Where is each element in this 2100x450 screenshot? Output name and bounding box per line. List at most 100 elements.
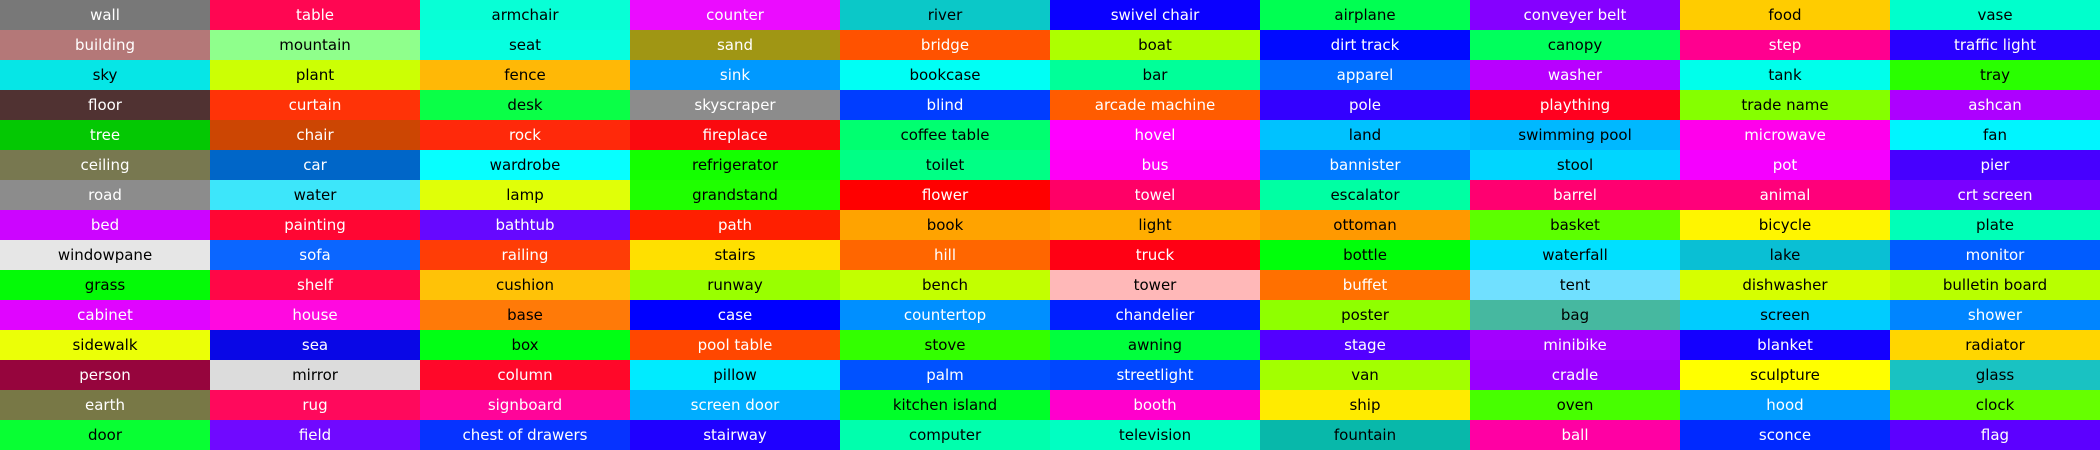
legend-cell-label: booth <box>1133 395 1177 414</box>
legend-cell: vase <box>1890 0 2100 30</box>
legend-cell: tree <box>0 120 210 150</box>
legend-cell-label: plant <box>295 65 335 84</box>
legend-cell: chandelier <box>1050 300 1260 330</box>
legend-cell: truck <box>1050 240 1260 270</box>
legend-cell: bench <box>840 270 1050 300</box>
legend-cell-label: ashcan <box>1968 95 2022 114</box>
legend-cell-label: cabinet <box>77 305 133 324</box>
legend-cell: tray <box>1890 60 2100 90</box>
legend-cell-label: blanket <box>1757 335 1813 354</box>
legend-cell-label: grass <box>84 275 126 294</box>
legend-cell-label: cradle <box>1551 365 1599 384</box>
legend-cell-label: stairway <box>703 425 767 444</box>
legend-cell-label: light <box>1138 215 1172 234</box>
legend-cell-label: tray <box>1979 65 2011 84</box>
legend-cell: building <box>0 30 210 60</box>
legend-cell-label: bar <box>1142 65 1168 84</box>
legend-cell-label: building <box>74 35 136 54</box>
legend-cell-label: stove <box>924 335 966 354</box>
legend-cell-label: truck <box>1135 245 1175 264</box>
legend-cell: boat <box>1050 30 1260 60</box>
legend-cell: table <box>210 0 420 30</box>
legend-cell: coffee table <box>840 120 1050 150</box>
legend-cell: pole <box>1260 90 1470 120</box>
legend-cell: awning <box>1050 330 1260 360</box>
legend-cell: seat <box>420 30 630 60</box>
legend-cell: rug <box>210 390 420 420</box>
legend-cell-label: ceiling <box>80 155 130 174</box>
legend-cell: fountain <box>1260 420 1470 450</box>
legend-cell: sink <box>630 60 840 90</box>
legend-cell-label: escalator <box>1330 185 1400 204</box>
legend-cell-label: pillow <box>713 365 757 384</box>
legend-cell-label: shelf <box>297 275 333 294</box>
legend-cell-label: table <box>296 5 334 24</box>
legend-cell-label: refrigerator <box>691 155 778 174</box>
legend-cell-label: bag <box>1560 305 1590 324</box>
legend-cell: swimming pool <box>1470 120 1680 150</box>
legend-cell: field <box>210 420 420 450</box>
legend-cell-label: toilet <box>925 155 965 174</box>
legend-cell-label: crt screen <box>1957 185 2033 204</box>
legend-cell: palm <box>840 360 1050 390</box>
legend-cell: skyscraper <box>630 90 840 120</box>
legend-cell: animal <box>1680 180 1890 210</box>
legend-cell: barrel <box>1470 180 1680 210</box>
legend-cell: person <box>0 360 210 390</box>
color-legend-grid: wall building sky floor tree ceiling road bed wi… <box>0 0 2100 450</box>
legend-cell-label: computer <box>908 425 982 444</box>
legend-cell: screen <box>1680 300 1890 330</box>
legend-cell: washer <box>1470 60 1680 90</box>
legend-cell: fan <box>1890 120 2100 150</box>
legend-cell-label: towel <box>1134 185 1176 204</box>
legend-cell-label: monitor <box>1965 245 2025 264</box>
legend-cell-label: basket <box>1550 215 1600 234</box>
legend-cell-label: pole <box>1348 95 1382 114</box>
legend-cell-label: wall <box>90 5 120 24</box>
legend-cell: bicycle <box>1680 210 1890 240</box>
legend-cell: ball <box>1470 420 1680 450</box>
legend-cell: countertop <box>840 300 1050 330</box>
legend-cell: cradle <box>1470 360 1680 390</box>
legend-cell-label: waterfall <box>1542 245 1608 264</box>
legend-cell-label: flag <box>1980 425 2010 444</box>
legend-cell: swivel chair <box>1050 0 1260 30</box>
legend-cell-label: book <box>926 215 964 234</box>
legend-cell: ashcan <box>1890 90 2100 120</box>
legend-cell: grass <box>0 270 210 300</box>
legend-cell-label: food <box>1768 5 1802 24</box>
legend-cell-label: microwave <box>1744 125 1826 144</box>
legend-cell-label: fan <box>1983 125 2007 144</box>
legend-cell: house <box>210 300 420 330</box>
legend-cell: cushion <box>420 270 630 300</box>
legend-cell-label: column <box>497 365 553 384</box>
legend-cell: minibike <box>1470 330 1680 360</box>
legend-cell: bed <box>0 210 210 240</box>
legend-cell-label: bicycle <box>1758 215 1812 234</box>
legend-cell: counter <box>630 0 840 30</box>
legend-cell: box <box>420 330 630 360</box>
legend-cell: stairway <box>630 420 840 450</box>
legend-cell: bookcase <box>840 60 1050 90</box>
legend-cell: ottoman <box>1260 210 1470 240</box>
legend-cell-label: lamp <box>506 185 544 204</box>
legend-cell: hood <box>1680 390 1890 420</box>
legend-cell-label: wardrobe <box>489 155 561 174</box>
legend-cell-label: screen <box>1760 305 1810 324</box>
legend-cell: sand <box>630 30 840 60</box>
legend-cell-label: bathtub <box>495 215 555 234</box>
legend-cell-label: countertop <box>903 305 987 324</box>
legend-cell-label: boat <box>1138 35 1172 54</box>
legend-cell: rock <box>420 120 630 150</box>
legend-cell-label: poster <box>1341 305 1389 324</box>
legend-cell: bag <box>1470 300 1680 330</box>
legend-cell-label: chandelier <box>1115 305 1195 324</box>
legend-cell: streetlight <box>1050 360 1260 390</box>
legend-cell: microwave <box>1680 120 1890 150</box>
legend-cell-label: shower <box>1967 305 2023 324</box>
legend-cell: bar <box>1050 60 1260 90</box>
legend-cell-label: person <box>79 365 131 384</box>
legend-cell: bathtub <box>420 210 630 240</box>
legend-cell: light <box>1050 210 1260 240</box>
legend-cell-label: pot <box>1772 155 1798 174</box>
